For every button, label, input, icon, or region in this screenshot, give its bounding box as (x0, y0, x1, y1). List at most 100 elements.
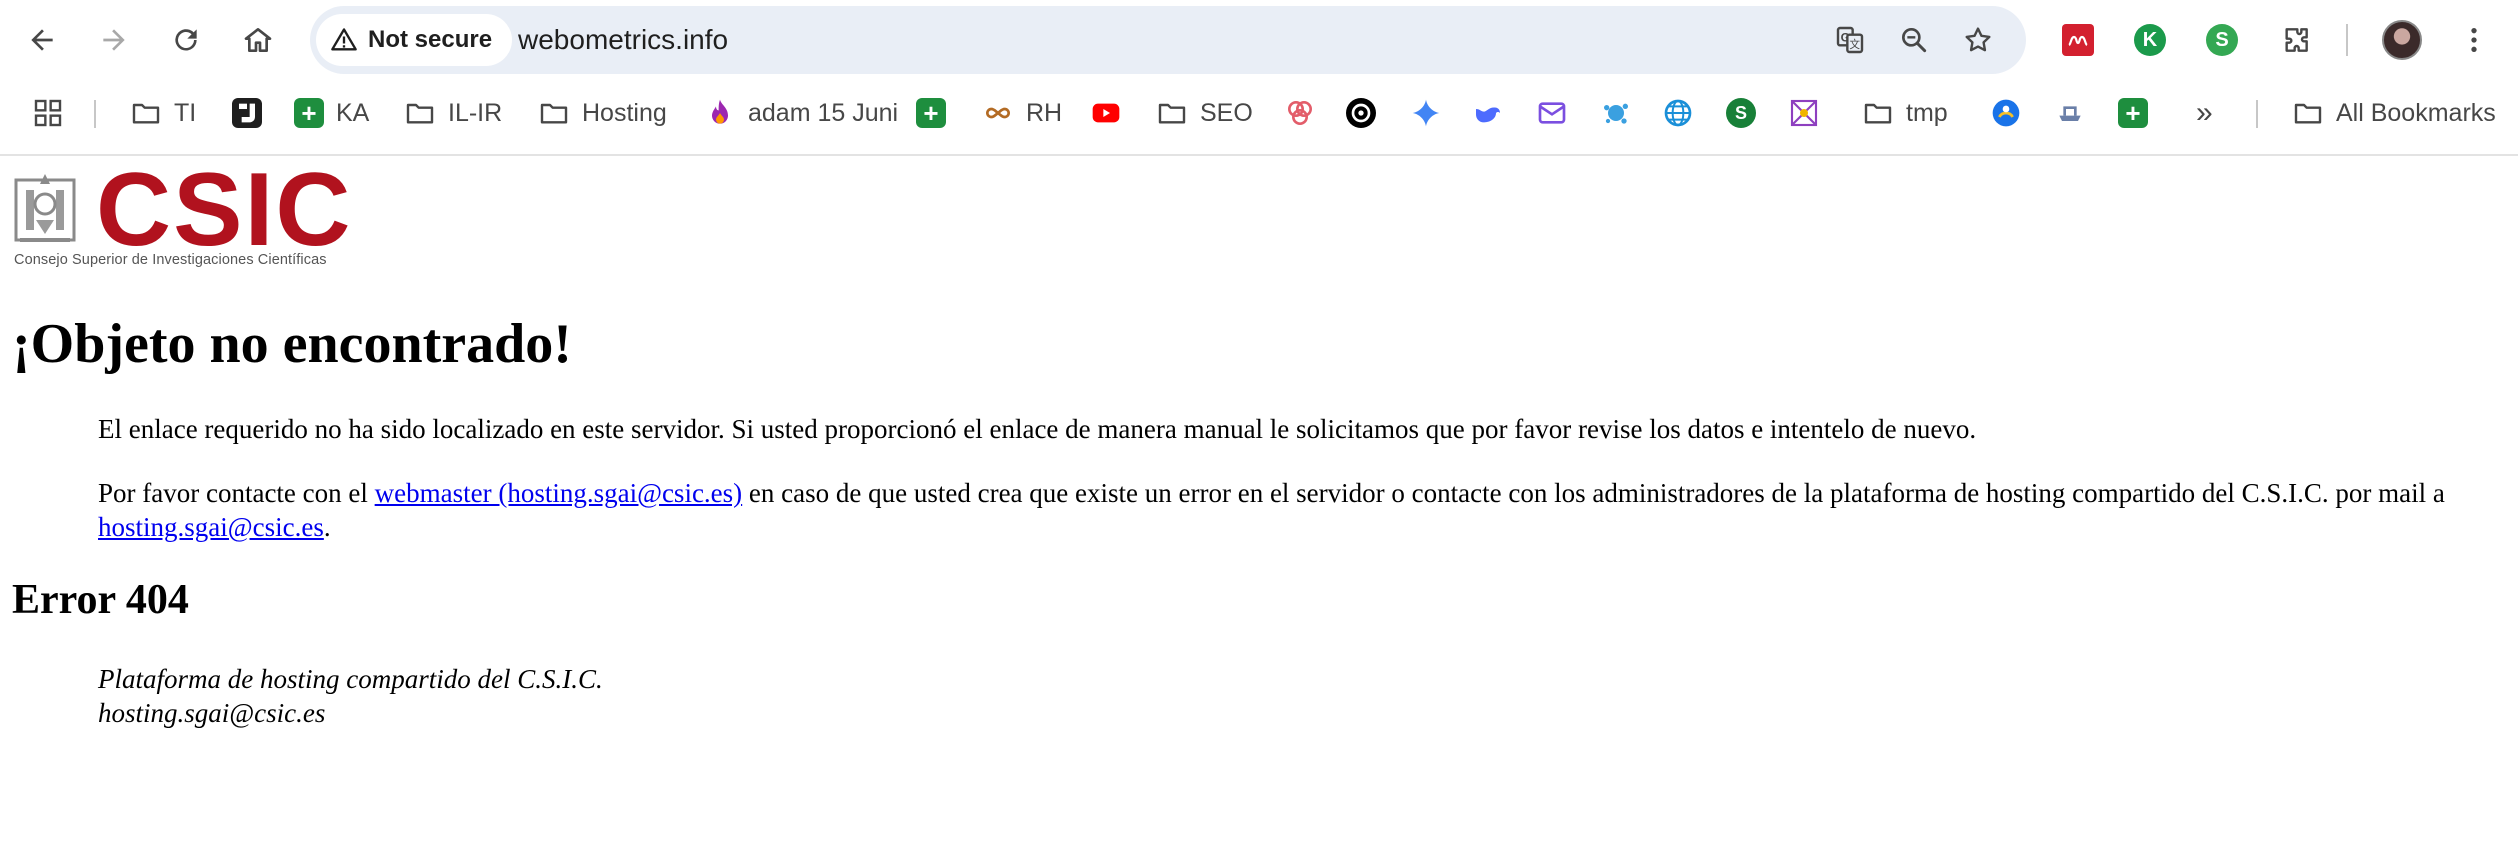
hat-icon (2059, 106, 2081, 121)
bookmark-splash[interactable] (1594, 93, 1638, 133)
app-icon (232, 98, 262, 128)
bookmark-hat[interactable] (2048, 93, 2092, 133)
bookmark-network[interactable] (1782, 93, 1826, 133)
sparkle-icon (1412, 99, 1440, 127)
bookmark-circles[interactable] (1278, 93, 1322, 133)
csic-emblem-icon (14, 174, 76, 242)
bookmark-label: IL-IR (448, 98, 503, 127)
k-extension-icon[interactable]: K (2130, 20, 2170, 60)
s-extension-icon[interactable]: S (2202, 20, 2242, 60)
bookmark-s-green[interactable]: S (1720, 93, 1762, 133)
all-bookmarks-button[interactable]: All Bookmarks (2286, 93, 2502, 133)
browser-toolbar: Not secure webometrics.info G文 K S (0, 0, 2518, 80)
bookmark-mail[interactable] (1530, 93, 1574, 133)
apps-grid-icon (34, 99, 62, 127)
bookmark-adam[interactable]: adam 15 Juni (698, 93, 904, 133)
sheets-plus-icon: + (916, 98, 946, 128)
bookmark-label: KA (336, 98, 370, 127)
bookmark-openai[interactable] (1340, 93, 1382, 133)
bookmark-folder-il-ir[interactable]: IL-IR (398, 93, 508, 133)
star-icon (1965, 27, 1991, 52)
bookmark-youtube[interactable] (1084, 93, 1128, 133)
bookmark-star-button[interactable] (1958, 20, 1998, 60)
emblem-icon (1992, 99, 2020, 127)
zoom-button[interactable] (1894, 20, 1934, 60)
chevron-double-right-icon: » (2196, 96, 2213, 129)
hosting-mail-link[interactable]: hosting.sgai@csic.es (98, 512, 324, 542)
address-line-email: hosting.sgai@csic.es (98, 698, 326, 728)
home-button[interactable] (236, 18, 280, 62)
bookmark-folder-seo[interactable]: SEO (1150, 93, 1259, 133)
folder-icon (406, 103, 434, 124)
bookmark-sheets-ka[interactable]: + KA (288, 93, 375, 133)
s-circle-icon: S (1726, 98, 1756, 128)
bookmark-sheets[interactable]: + (910, 93, 952, 133)
youtube-icon (1092, 103, 1120, 123)
whale-icon (1476, 107, 1500, 123)
security-indicator[interactable]: Not secure (316, 14, 513, 66)
forward-button[interactable] (92, 18, 136, 62)
security-label: Not secure (368, 26, 493, 53)
folder-icon (540, 103, 568, 124)
bookmark-rh[interactable]: RH (976, 93, 1068, 133)
magnifier-icon (1902, 27, 1927, 53)
reload-button[interactable] (164, 18, 208, 62)
error-code-heading: Error 404 (12, 577, 189, 623)
mendeley-extension-icon[interactable] (2058, 20, 2098, 60)
csic-logo-text: CSIC (96, 152, 353, 268)
browser-menu-button[interactable] (2454, 20, 2494, 60)
sheets-plus-icon: + (2118, 98, 2148, 128)
bookmark-folder-hosting[interactable]: Hosting (532, 93, 673, 133)
folder-icon (1864, 103, 1892, 124)
back-button[interactable] (20, 18, 64, 62)
home-icon (244, 28, 272, 52)
bookmark-separator (94, 100, 96, 128)
bookmark-app[interactable] (226, 93, 268, 133)
translate-icon: G文 (1836, 26, 1864, 54)
error-description: El enlace requerido no ha sido localizad… (98, 414, 1977, 444)
bookmark-folder-tmp[interactable]: tmp (1856, 93, 1954, 133)
bookmarks-overflow-button[interactable]: » (2190, 93, 2219, 133)
arrow-right-icon (103, 29, 125, 51)
bookmark-label: RH (1026, 98, 1063, 127)
bookmark-folder-ti[interactable]: TI (124, 93, 202, 133)
address-bar[interactable]: Not secure webometrics.info G文 (310, 6, 2026, 74)
splash-icon (1604, 103, 1628, 124)
address-line-platform: Plataforma de hosting compartido del C.S… (98, 664, 603, 694)
warning-triangle-icon (331, 28, 357, 51)
bookmark-sheets-2[interactable]: + (2112, 93, 2154, 133)
flame-icon (712, 99, 728, 124)
svg-text:文: 文 (1849, 38, 1860, 51)
profile-avatar[interactable] (2382, 20, 2422, 60)
bookmark-label: Hosting (582, 98, 667, 127)
bookmark-emblem[interactable] (1984, 93, 2028, 133)
all-bookmarks-label: All Bookmarks (2336, 98, 2496, 127)
extensions-button[interactable] (2276, 20, 2316, 60)
csic-logo: CSIC Consejo Superior de Investigaciones… (12, 158, 412, 270)
url-text[interactable]: webometrics.info (518, 24, 728, 56)
bookmark-globe[interactable] (1656, 93, 1700, 133)
page-title: ¡Objeto no encontrado! (12, 313, 572, 375)
network-icon (1790, 99, 1818, 127)
bookmark-label: TI (174, 98, 197, 127)
apps-button[interactable] (26, 93, 70, 133)
kebab-menu-icon (2471, 28, 2477, 52)
openai-icon (1346, 98, 1376, 128)
contact-text-prefix: Por favor contacte con el (98, 478, 375, 508)
contact-text-suffix: . (323, 512, 331, 542)
webmaster-link[interactable]: webmaster (hosting.sgai@csic.es) (375, 478, 743, 508)
bookmark-gemini[interactable] (1404, 93, 1448, 133)
bookmark-label: SEO (1200, 98, 1253, 127)
csic-logo-subtitle: Consejo Superior de Investigaciones Cien… (14, 252, 327, 268)
globe-icon (1664, 99, 1692, 127)
translate-button[interactable]: G文 (1830, 20, 1870, 60)
puzzle-icon (2285, 28, 2308, 52)
bookmark-separator (2256, 100, 2258, 128)
contact-paragraph: Por favor contacte con el webmaster (hos… (98, 476, 2498, 544)
arrow-left-icon (31, 29, 53, 51)
bookmark-label: adam 15 Juni (748, 98, 899, 127)
folder-icon (2294, 103, 2322, 124)
sheets-plus-icon: + (294, 98, 324, 128)
bookmarks-bar: TI + KA IL-IR Hosting adam 15 Juni + RH … (0, 86, 2518, 140)
bookmark-deepseek[interactable] (1466, 93, 1510, 133)
